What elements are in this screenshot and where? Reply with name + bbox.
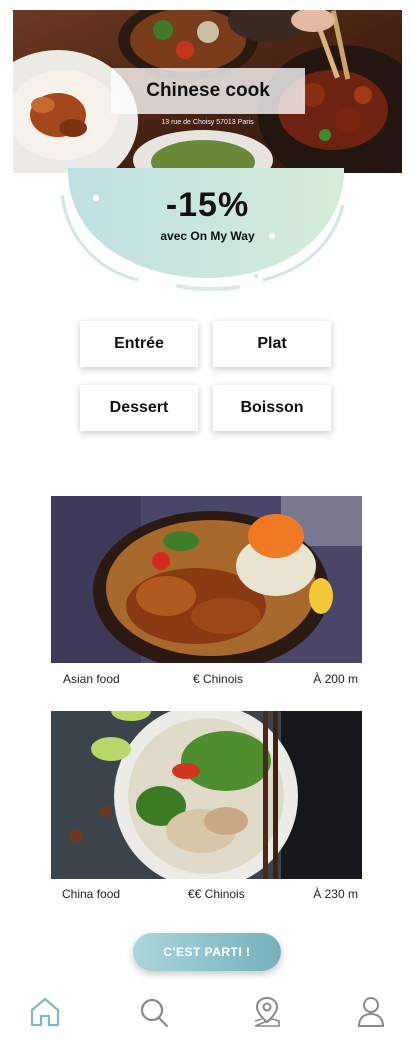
dish-distance: À 230 m [313,887,358,901]
dish-card-meta-2: China food €€ Chinois À 230 m [51,887,362,905]
dish-price: €€ Chinois [188,887,245,901]
category-dessert-button[interactable]: Dessert [80,385,198,431]
discount-blob [60,168,345,292]
dish-card-meta-1: Asian food € Chinois À 200 m [51,672,362,690]
nav-profile[interactable] [354,994,388,1030]
dish-price: € Chinois [193,672,244,686]
map-pin-icon [254,996,280,1027]
dish-name: Asian food [63,672,120,686]
category-plat-button[interactable]: Plat [213,321,331,367]
nav-search[interactable] [138,994,172,1030]
category-entree-button[interactable]: Entrée [80,321,198,367]
dish-name: China food [62,887,121,901]
dish-distance: À 200 m [313,672,358,686]
restaurant-address: 13 rue de Choisy 57013 Paris [161,119,254,126]
home-icon [30,997,60,1027]
asian-food-photo [51,496,362,663]
dish-card-image-china-food[interactable] [51,711,362,879]
nav-home[interactable] [28,994,62,1030]
restaurant-name: Chinese cook [111,68,305,114]
discount-caption: avec On My Way [160,229,255,243]
user-icon [358,997,384,1027]
start-button[interactable]: C'EST PARTI ! [133,933,281,971]
dish-card-image-asian-food[interactable] [51,496,362,663]
nav-map[interactable] [250,994,284,1030]
category-boisson-button[interactable]: Boisson [213,385,331,431]
discount-value: -15% [165,186,250,224]
search-icon [140,998,169,1028]
restaurant-hero-image: Chinese cook 13 rue de Choisy 57013 Pari… [13,10,402,173]
china-food-photo [51,711,362,879]
